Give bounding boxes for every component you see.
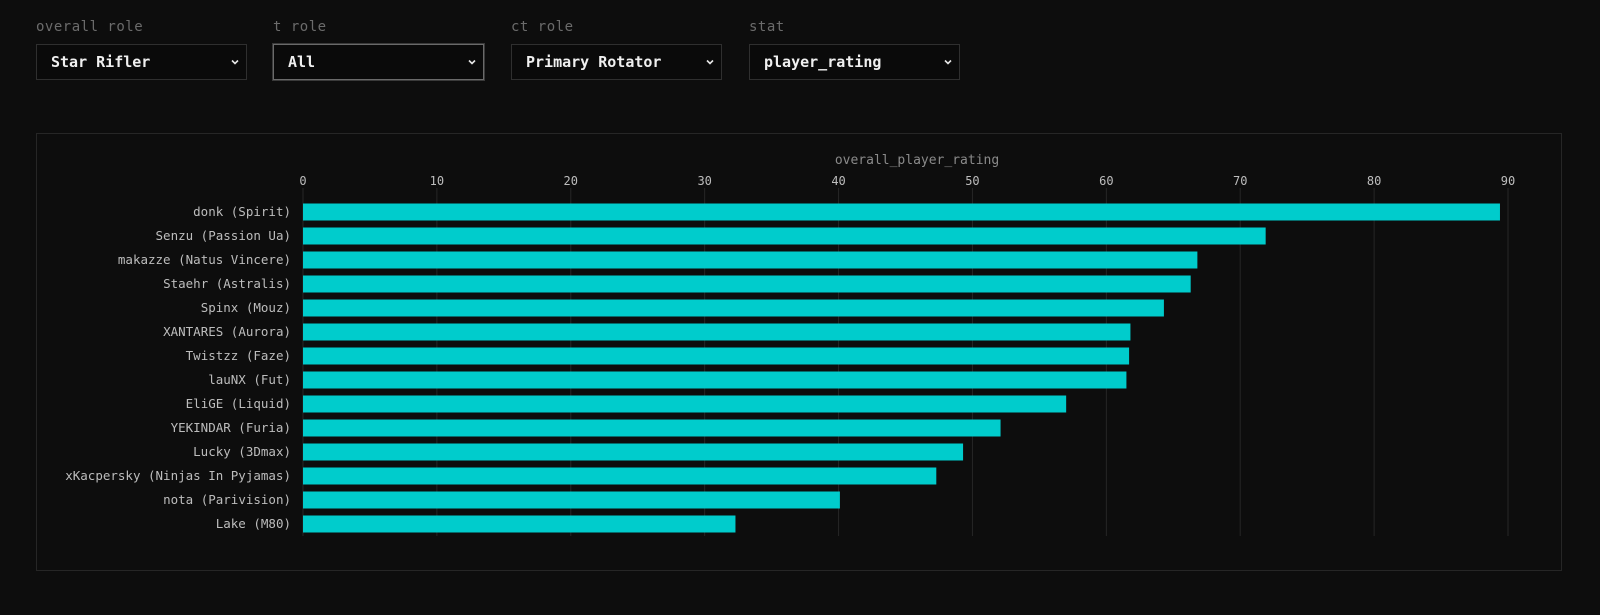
bar[interactable]	[303, 395, 1067, 413]
bar[interactable]	[303, 347, 1130, 365]
ct-role-filter: ct role Primary Rotator	[511, 18, 722, 80]
y-category-label: YEKINDAR (Furia)	[171, 420, 291, 435]
stat-value: player_rating	[764, 53, 882, 71]
t-role-select[interactable]: All	[273, 44, 484, 80]
chevron-down-icon	[468, 59, 476, 65]
bar[interactable]	[303, 203, 1500, 221]
y-axis-labels: donk (Spirit) Senzu (Passion Ua) makazze (…	[65, 204, 291, 531]
y-category-label: makazze (Natus Vincere)	[118, 252, 291, 267]
x-tick-label: 50	[965, 174, 979, 188]
overall-role-select[interactable]: Star Rifler	[36, 44, 247, 80]
ct-role-label: ct role	[511, 19, 574, 35]
bar[interactable]	[303, 371, 1127, 389]
x-tick-label: 80	[1367, 174, 1381, 188]
y-category-label: lauNX (Fut)	[208, 372, 291, 387]
bar[interactable]	[303, 443, 964, 461]
bar[interactable]	[303, 467, 937, 485]
bar[interactable]	[303, 515, 736, 533]
overall-role-label: overall role	[36, 19, 144, 35]
overall-role-value: Star Rifler	[51, 53, 151, 71]
x-axis-title: overall_player_rating	[835, 153, 999, 168]
x-tick-label: 0	[299, 174, 306, 188]
x-tick-label: 70	[1233, 174, 1247, 188]
x-tick-label: 40	[831, 174, 845, 188]
ct-role-select[interactable]: Primary Rotator	[511, 44, 722, 80]
overall-role-filter: overall role Star Rifler	[36, 18, 247, 80]
ct-role-value: Primary Rotator	[526, 53, 662, 71]
x-tick-label: 90	[1501, 174, 1515, 188]
bar[interactable]	[303, 227, 1266, 245]
y-category-label: XANTARES (Aurora)	[163, 324, 291, 339]
bar[interactable]	[303, 491, 840, 509]
t-role-filter: t role All	[273, 18, 484, 80]
stat-select[interactable]: player_rating	[749, 44, 960, 80]
y-category-label: Spinx (Mouz)	[201, 300, 291, 315]
x-tick-label: 20	[564, 174, 578, 188]
bar[interactable]	[303, 299, 1164, 317]
y-category-label: Lucky (3Dmax)	[193, 444, 291, 459]
bar-chart: overall_player_rating 0 10 20 30 40 50 60 70 80 9…	[65, 153, 1515, 536]
bar[interactable]	[303, 251, 1198, 269]
y-category-label: xKacpersky (Ninjas In Pyjamas)	[65, 468, 291, 483]
stat-filter: stat player_rating	[749, 18, 960, 80]
bar[interactable]	[303, 275, 1191, 293]
t-role-value: All	[288, 53, 316, 71]
chevron-down-icon	[944, 59, 952, 65]
x-tick-label: 30	[697, 174, 711, 188]
x-axis-ticks: 0 10 20 30 40 50 60 70 80 90	[299, 174, 1515, 188]
bars	[303, 203, 1500, 533]
y-category-label: Lake (M80)	[216, 516, 291, 531]
y-category-label: Staehr (Astralis)	[163, 276, 291, 291]
x-tick-label: 10	[430, 174, 444, 188]
chevron-down-icon	[706, 59, 714, 65]
y-category-label: nota (Parivision)	[163, 492, 291, 507]
bar[interactable]	[303, 419, 1001, 437]
y-category-label: EliGE (Liquid)	[186, 396, 291, 411]
y-category-label: Senzu (Passion Ua)	[156, 228, 291, 243]
bar[interactable]	[303, 323, 1131, 341]
t-role-label: t role	[273, 19, 327, 35]
chevron-down-icon	[231, 59, 239, 65]
stat-label: stat	[749, 19, 785, 35]
y-category-label: donk (Spirit)	[193, 204, 291, 219]
chart-panel: overall_player_rating 0 10 20 30 40 50 60 70 80 9…	[36, 133, 1562, 571]
y-category-label: Twistzz (Faze)	[186, 348, 291, 363]
x-tick-label: 60	[1099, 174, 1113, 188]
